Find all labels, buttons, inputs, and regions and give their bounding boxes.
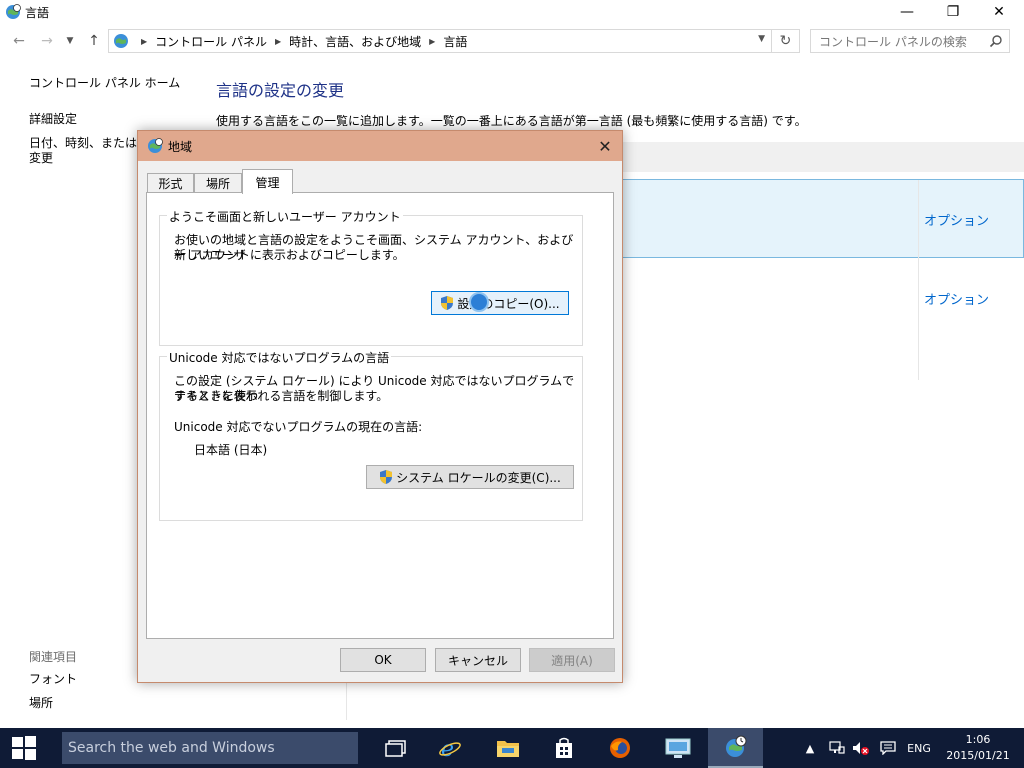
chevron-right-icon[interactable]: ▶ [275, 37, 281, 46]
mouse-cursor-indicator [469, 292, 489, 312]
control-panel-home-link[interactable]: コントロール パネル ホーム [29, 74, 180, 91]
date-time-format-link-line2[interactable]: 変更 [29, 149, 53, 166]
store-button[interactable] [540, 728, 588, 768]
advanced-settings-link[interactable]: 詳細設定 [29, 110, 77, 127]
store-bag-icon [556, 737, 572, 758]
address-box[interactable]: ▶ コントロール パネル ▶ 時計、言語、および地域 ▶ 言語 ▼ [108, 29, 772, 53]
uac-shield-icon [441, 296, 454, 310]
search-placeholder: コントロール パネルの検索 [819, 34, 967, 49]
language-options-link-2[interactable]: オプション [924, 289, 989, 308]
folder-icon [497, 741, 519, 757]
welcome-screen-group: ようこそ画面と新しいユーザー アカウント お使いの地域と言語の設定をようこそ画面… [159, 208, 583, 346]
search-icon[interactable] [989, 34, 1003, 48]
network-icon[interactable] [826, 728, 848, 768]
administrative-tab-panel: ようこそ画面と新しいユーザー アカウント お使いの地域と言語の設定をようこそ画面… [146, 192, 614, 639]
region-globe-icon [148, 138, 163, 153]
unicode-group-text-2: するときに使われる言語を制御します。 [174, 389, 389, 403]
copy-settings-button[interactable]: 設定のコピー(O)... [431, 291, 569, 315]
change-system-locale-button[interactable]: システム ロケールの変更(C)... [366, 465, 574, 489]
firefox-icon [610, 738, 630, 758]
chevron-right-icon[interactable]: ▶ [429, 37, 435, 46]
taskbar-clock[interactable]: 1:06 2015/01/21 [940, 732, 1016, 764]
task-view-button[interactable] [372, 728, 420, 768]
notification-message-icon [880, 741, 896, 755]
up-arrow-icon[interactable]: ↑ [84, 31, 104, 51]
welcome-group-label: ようこそ画面と新しいユーザー アカウント [167, 208, 403, 225]
clock-date: 2015/01/21 [946, 749, 1010, 762]
change-system-locale-label: システム ロケールの変更(C)... [396, 470, 561, 485]
back-arrow-icon[interactable]: ← [8, 31, 30, 51]
maximize-button[interactable]: ❐ [930, 0, 976, 24]
file-explorer-button[interactable] [484, 728, 532, 768]
taskbar: Search the web and Windows e ▲ ENG 1:06 … [0, 728, 1024, 768]
tab-format[interactable]: 形式 [147, 173, 194, 193]
tab-administrative[interactable]: 管理 [242, 169, 293, 194]
unicode-programs-group: Unicode 対応ではないプログラムの言語 この設定 (システム ロケール) … [159, 349, 583, 521]
dialog-close-button[interactable]: ✕ [588, 133, 622, 159]
cancel-button[interactable]: キャンセル [435, 648, 521, 672]
page-description: 使用する言語をこの一覧に追加します。一覧の一番上にある言語が第一言語 (最も頻繁… [216, 114, 807, 128]
language-options-link-1[interactable]: オプション [924, 210, 989, 229]
breadcrumb-clock-language-region[interactable]: 時計、言語、および地域 [289, 33, 421, 50]
location-link[interactable]: 場所 [29, 694, 53, 711]
show-hidden-icons-chevron-icon[interactable]: ▲ [800, 728, 820, 768]
internet-explorer-icon: e [439, 737, 461, 760]
current-language-label: Unicode 対応でないプログラムの現在の言語: [174, 420, 423, 434]
welcome-group-text-2: ー アカウントに表示およびコピーします。 [174, 248, 405, 262]
search-input[interactable]: コントロール パネルの検索 [810, 29, 1010, 53]
column-divider [918, 180, 919, 380]
dialog-title: 地域 [168, 140, 193, 154]
start-button[interactable] [0, 728, 48, 768]
window-titlebar: 言語 — ❐ ✕ [0, 0, 1024, 24]
close-button[interactable]: ✕ [976, 0, 1022, 24]
action-center-icon[interactable] [876, 728, 900, 768]
recent-locations-chevron-icon[interactable]: ▼ [62, 31, 78, 51]
uac-shield-icon [380, 470, 393, 484]
chevron-down-icon[interactable]: ▼ [758, 34, 765, 44]
related-heading: 関連項目 [29, 650, 78, 664]
internet-explorer-button[interactable]: e [426, 728, 474, 768]
firefox-button[interactable] [596, 728, 644, 768]
dialog-titlebar[interactable]: 地域 ✕ [138, 131, 622, 161]
task-view-icon [385, 740, 406, 757]
minimize-button[interactable]: — [884, 0, 930, 24]
clock-globe-icon [725, 735, 746, 757]
remote-desktop-button[interactable] [654, 728, 702, 768]
ok-button[interactable]: OK [340, 648, 426, 672]
page-title: 言語の設定の変更 [216, 81, 345, 100]
speaker-muted-icon [853, 742, 869, 755]
apply-button[interactable]: 適用(A) [529, 648, 615, 672]
current-language-value: 日本語 (日本) [194, 443, 268, 457]
region-settings-taskbar-button[interactable] [708, 728, 763, 768]
region-dialog: 地域 ✕ 形式 場所 管理 ようこそ画面と新しいユーザー アカウント お使いの地… [137, 130, 623, 683]
input-language-indicator[interactable]: ENG [902, 728, 936, 768]
clock-globe-icon [6, 4, 21, 19]
window-title: 言語 [25, 6, 50, 20]
taskbar-search-box[interactable]: Search the web and Windows [62, 732, 358, 764]
refresh-icon[interactable]: ↻ [772, 29, 800, 53]
volume-muted-icon[interactable] [850, 728, 872, 768]
clock-time: 1:06 [965, 733, 991, 746]
remote-desktop-icon [665, 738, 691, 758]
tab-location[interactable]: 場所 [194, 173, 242, 193]
unicode-group-label: Unicode 対応ではないプログラムの言語 [167, 349, 392, 366]
chevron-right-icon: ▶ [141, 36, 148, 46]
control-panel-icon [114, 34, 128, 48]
windows-logo-icon [12, 736, 36, 760]
breadcrumb-control-panel[interactable]: コントロール パネル [155, 33, 267, 50]
address-bar: ← → ▼ ↑ ▶ コントロール パネル ▶ 時計、言語、および地域 ▶ 言語 … [0, 26, 1024, 56]
network-monitor-icon [829, 741, 845, 754]
forward-arrow-icon[interactable]: → [36, 31, 58, 51]
breadcrumb-language[interactable]: 言語 [443, 33, 467, 50]
fonts-link[interactable]: フォント [29, 670, 77, 687]
